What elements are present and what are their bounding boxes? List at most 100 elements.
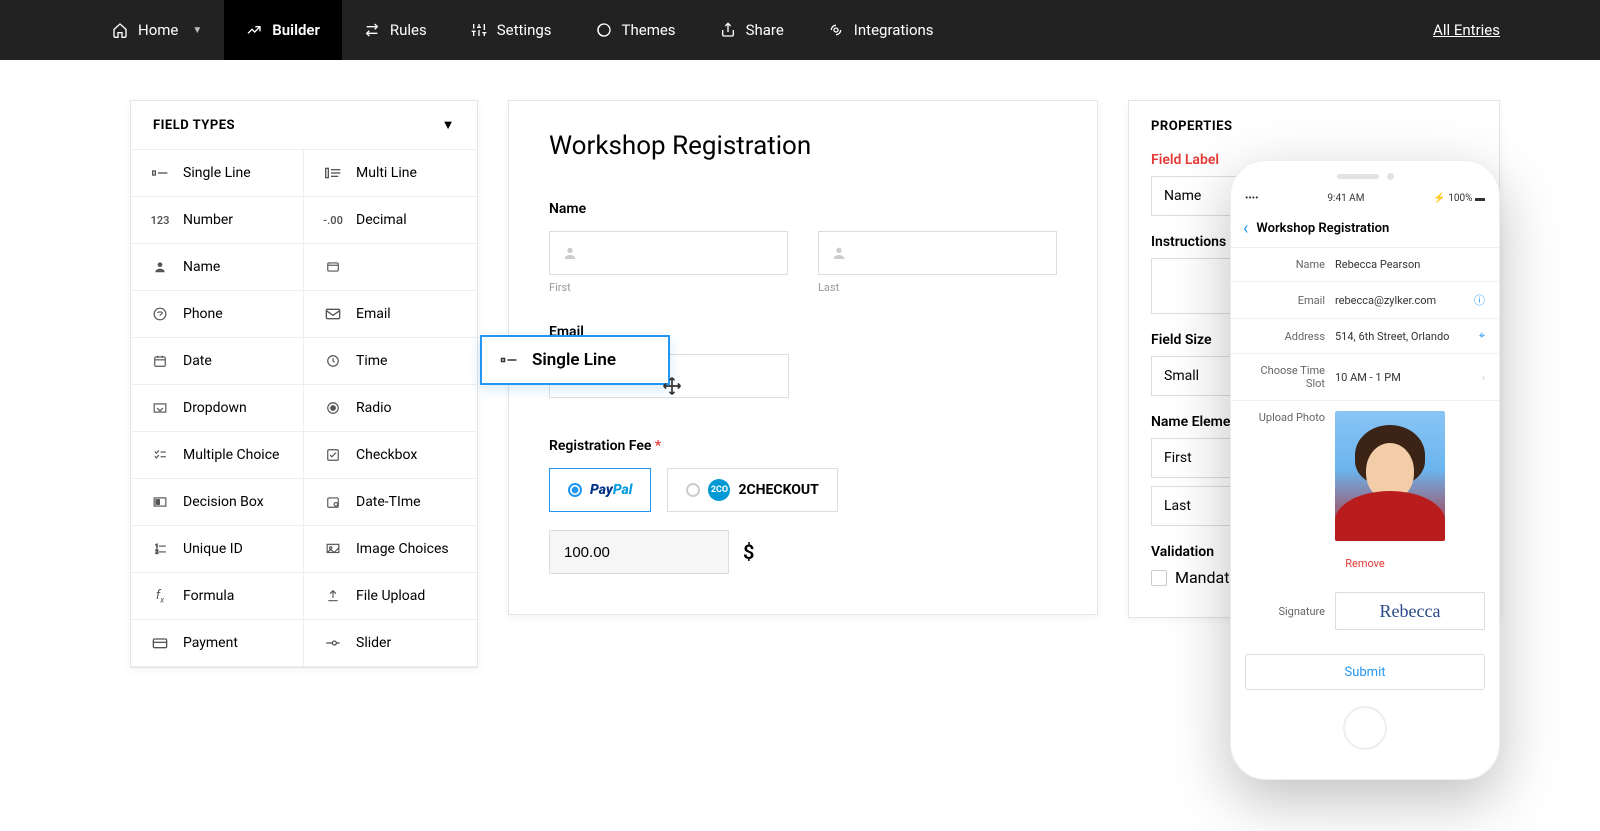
properties-title: PROPERTIES: [1151, 119, 1477, 134]
field-type-icon: [151, 305, 169, 323]
signature-box[interactable]: Rebecca: [1335, 592, 1485, 630]
field-type-icon: [151, 634, 169, 652]
field-type-label: Decimal: [356, 212, 407, 228]
field-type-icon: [324, 587, 342, 605]
dragging-field-label: Single Line: [532, 350, 616, 370]
first-name-input[interactable]: [549, 231, 788, 275]
phone-name-field[interactable]: NameRebecca Pearson: [1231, 248, 1499, 282]
field-type-checkbox[interactable]: Checkbox: [304, 432, 477, 479]
location-icon: ⌖: [1479, 329, 1485, 343]
field-types-title: FIELD TYPES: [153, 118, 235, 133]
field-type-label: Payment: [183, 635, 238, 651]
single-line-icon: [500, 353, 518, 367]
field-type-label: Date-TIme: [356, 494, 421, 510]
uploaded-photo: [1335, 411, 1445, 541]
field-type-label: Decision Box: [183, 494, 264, 510]
phone-header: ‹ Workshop Registration: [1231, 210, 1499, 248]
phone-notch: [1231, 161, 1499, 191]
field-type-date[interactable]: Date: [131, 338, 304, 385]
field-type-dropdown[interactable]: Dropdown: [131, 385, 304, 432]
field-type-multi-line[interactable]: Multi Line: [304, 150, 477, 197]
phone-email-field[interactable]: Emailrebecca@zylker.comⓘ: [1231, 282, 1499, 319]
field-type-label: Phone: [183, 306, 223, 322]
field-type-slider[interactable]: Slider: [304, 620, 477, 667]
field-type-icon: [324, 164, 342, 182]
field-type-time[interactable]: Time: [304, 338, 477, 385]
field-type-multiple-choice[interactable]: Multiple Choice: [131, 432, 304, 479]
field-type-icon: [151, 258, 169, 276]
field-type-label: Multiple Choice: [183, 447, 279, 463]
nav-share[interactable]: Share: [698, 0, 806, 60]
phone-photo-field[interactable]: Upload Photo: [1231, 401, 1499, 551]
field-type-email[interactable]: Email: [304, 291, 477, 338]
phone-preview: •••• 9:41 AM ⚡ 100% ▬ ‹ Workshop Registr…: [1230, 160, 1500, 780]
field-type-icon: [151, 399, 169, 417]
nav-themes[interactable]: Themes: [574, 0, 698, 60]
field-type-file-upload[interactable]: File Upload: [304, 573, 477, 620]
nav-rules[interactable]: Rules: [342, 0, 449, 60]
currency-label: $: [743, 540, 754, 564]
nav-builder[interactable]: Builder: [224, 0, 342, 60]
field-type-icon: [151, 446, 169, 464]
share-icon: [720, 22, 736, 38]
field-type-formula[interactable]: fx Formula: [131, 573, 304, 620]
remove-photo-link[interactable]: Remove: [1231, 557, 1499, 570]
field-type-icon: fx: [151, 587, 169, 605]
field-type-icon: [151, 164, 169, 182]
field-type-label: Number: [183, 212, 233, 228]
phone-slot-field[interactable]: Choose Time Slot10 AM - 1 PM›: [1231, 354, 1499, 401]
field-type-label: File Upload: [356, 588, 425, 604]
nav-integrations[interactable]: Integrations: [806, 0, 956, 60]
field-type-number[interactable]: 123 Number: [131, 197, 304, 244]
field-type-icon: -.00: [324, 211, 342, 229]
chevron-down-icon: ▼: [192, 25, 202, 36]
field-type-decimal[interactable]: -.00 Decimal: [304, 197, 477, 244]
field-type-single-line[interactable]: Single Line: [131, 150, 304, 197]
2checkout-option[interactable]: 2CO 2CHECKOUT: [667, 468, 837, 512]
field-type-decision-box[interactable]: Decision Box: [131, 479, 304, 526]
field-type-label: Email: [356, 306, 391, 322]
nav-settings[interactable]: Settings: [449, 0, 574, 60]
back-icon[interactable]: ‹: [1243, 218, 1248, 239]
all-entries-link[interactable]: All Entries: [1433, 21, 1500, 39]
field-type-icon: [151, 352, 169, 370]
radio-unselected-icon: [686, 483, 700, 497]
nav-settings-label: Settings: [497, 21, 552, 39]
field-type-radio[interactable]: Radio: [304, 385, 477, 432]
field-type-icon: [324, 399, 342, 417]
field-type-label: Date: [183, 353, 212, 369]
field-type-label: Formula: [183, 588, 234, 604]
field-type-icon: [324, 305, 342, 323]
first-sublabel: First: [549, 281, 788, 294]
dragging-field[interactable]: Single Line: [480, 335, 670, 385]
phone-signature-field[interactable]: Signature Rebecca: [1231, 582, 1499, 640]
builder-icon: [246, 22, 262, 38]
last-name-input[interactable]: [818, 231, 1057, 275]
settings-icon: [471, 22, 487, 38]
name-label: Name: [549, 201, 1057, 217]
field-type-icon: [324, 258, 342, 276]
field-type-unique-id[interactable]: 12Unique ID: [131, 526, 304, 573]
paypal-option[interactable]: PayPal: [549, 468, 651, 512]
phone-status-bar: •••• 9:41 AM ⚡ 100% ▬: [1231, 191, 1499, 210]
field-type-name[interactable]: Name: [131, 244, 304, 291]
phone-address-field[interactable]: Address514, 6th Street, Orlando⌖: [1231, 319, 1499, 354]
move-cursor-icon: [662, 376, 682, 396]
form-title: Workshop Registration: [549, 131, 1057, 161]
field-type-label: Radio: [356, 400, 392, 416]
field-types-header[interactable]: FIELD TYPES ▼: [131, 101, 477, 150]
field-type-date-time[interactable]: Date-TIme: [304, 479, 477, 526]
chevron-right-icon: ›: [1482, 371, 1485, 384]
fee-amount-input[interactable]: [549, 530, 729, 574]
field-type-payment[interactable]: Payment: [131, 620, 304, 667]
field-type-icon: [324, 634, 342, 652]
last-sublabel: Last: [818, 281, 1057, 294]
field-type-image-choices[interactable]: Image Choices: [304, 526, 477, 573]
field-type-icon: 123: [151, 211, 169, 229]
nav-home[interactable]: Home ▼: [90, 0, 224, 60]
submit-button[interactable]: Submit: [1245, 654, 1485, 690]
field-type-phone[interactable]: Phone: [131, 291, 304, 338]
field-type-blank[interactable]: [304, 244, 477, 291]
field-type-icon: [324, 352, 342, 370]
top-nav: Home ▼ Builder Rules Settings Themes Sha…: [0, 0, 1600, 60]
